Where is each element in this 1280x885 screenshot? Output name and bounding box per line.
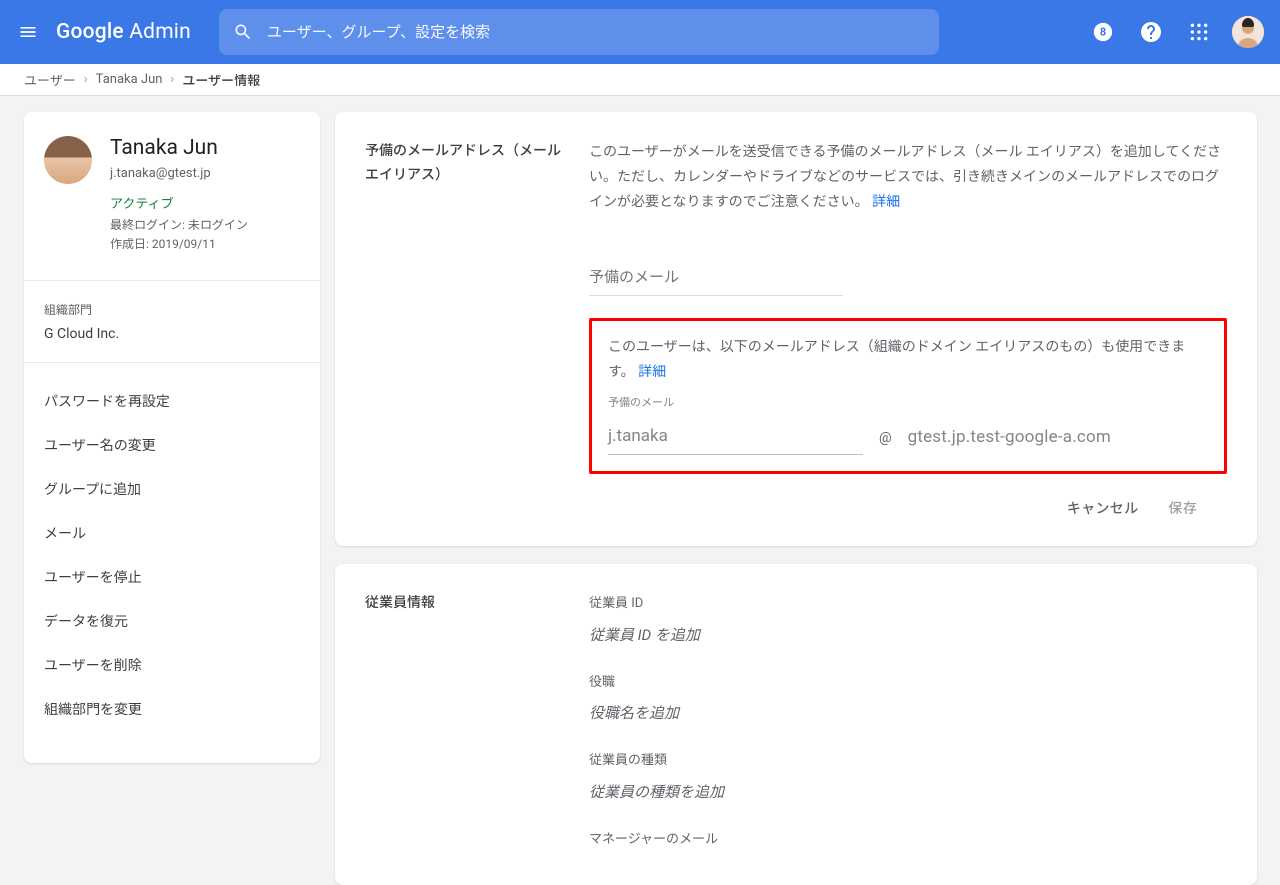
emp-id-label: 従業員 ID <box>589 592 1227 615</box>
org-label: 組織部門 <box>44 301 300 318</box>
user-email: j.tanaka@gtest.jp <box>110 166 248 181</box>
action-add-group[interactable]: グループに追加 <box>24 467 320 511</box>
domain-alias-details-link[interactable]: 詳細 <box>638 364 666 380</box>
search-box[interactable] <box>219 9 939 55</box>
user-status: アクティブ <box>110 193 248 212</box>
user-avatar <box>44 136 92 184</box>
account-balance-icon[interactable]: 8 <box>1088 17 1118 47</box>
app-header: Google Admin 8 <box>0 0 1280 64</box>
action-change-org[interactable]: 組織部門を変更 <box>24 687 320 731</box>
svg-text:8: 8 <box>1100 26 1106 39</box>
profile-avatar[interactable] <box>1232 16 1264 48</box>
alias-details-link[interactable]: 詳細 <box>872 194 900 210</box>
action-mail[interactable]: メール <box>24 511 320 555</box>
cancel-button[interactable]: キャンセル <box>1067 498 1139 518</box>
user-created: 作成日: 2019/09/11 <box>110 235 248 252</box>
action-restore-data[interactable]: データを復元 <box>24 599 320 643</box>
chevron-right-icon: › <box>84 72 88 87</box>
apps-icon[interactable] <box>1184 17 1214 47</box>
at-sign: @ <box>879 426 892 455</box>
action-delete-user[interactable]: ユーザーを削除 <box>24 643 320 687</box>
employee-card: 従業員情報 従業員 ID 従業員 ID を追加 役職 役職名を追加 従業員の種類… <box>335 564 1257 885</box>
breadcrumb-item[interactable]: ユーザー <box>24 70 76 89</box>
search-icon <box>233 22 253 42</box>
domain-alias-box: このユーザーは、以下のメールアドレス（組織のドメイン エイリアスのもの）も使用で… <box>589 318 1227 475</box>
alias-desc: このユーザーがメールを送受信できる予備のメールアドレス（メール エイリアス）を追… <box>589 144 1221 210</box>
alias-card: 予備のメールアドレス（メール エイリアス） このユーザーがメールを送受信できる予… <box>335 112 1257 546</box>
employee-heading: 従業員情報 <box>365 592 563 857</box>
user-sidebar: Tanaka Jun j.tanaka@gtest.jp アクティブ 最終ログイ… <box>24 112 320 763</box>
side-actions: パスワードを再設定 ユーザー名の変更 グループに追加 メール ユーザーを停止 デ… <box>24 371 320 739</box>
alias-heading: 予備のメールアドレス（メール エイリアス） <box>365 140 563 474</box>
emp-type-value[interactable]: 従業員の種類を追加 <box>589 779 1227 806</box>
action-suspend-user[interactable]: ユーザーを停止 <box>24 555 320 599</box>
chevron-right-icon: › <box>170 72 174 87</box>
breadcrumb-item[interactable]: Tanaka Jun <box>96 72 163 87</box>
alias-local-part[interactable]: j.tanaka <box>608 421 863 456</box>
search-input[interactable] <box>267 24 925 41</box>
domain-alias-label: 予備のメール <box>608 393 1208 413</box>
emp-manager-label: マネージャーのメール <box>589 828 1227 851</box>
breadcrumb: ユーザー › Tanaka Jun › ユーザー情報 <box>0 64 1280 96</box>
menu-icon[interactable] <box>16 20 40 44</box>
user-last-login: 最終ログイン: 未ログイン <box>110 216 248 233</box>
domain-alias-desc: このユーザーは、以下のメールアドレス（組織のドメイン エイリアスのもの）も使用で… <box>608 339 1185 380</box>
alias-email-input[interactable]: 予備のメール <box>589 264 843 296</box>
save-button[interactable]: 保存 <box>1168 498 1197 518</box>
alias-domain: gtest.jp.test-google-a.com <box>908 422 1111 456</box>
app-logo: Google Admin <box>56 20 191 44</box>
emp-id-value[interactable]: 従業員 ID を追加 <box>589 622 1227 649</box>
breadcrumb-current: ユーザー情報 <box>182 70 260 89</box>
emp-title-label: 役職 <box>589 671 1227 694</box>
help-icon[interactable] <box>1136 17 1166 47</box>
action-rename-user[interactable]: ユーザー名の変更 <box>24 423 320 467</box>
emp-type-label: 従業員の種類 <box>589 749 1227 772</box>
action-reset-password[interactable]: パスワードを再設定 <box>24 379 320 423</box>
org-value: G Cloud Inc. <box>44 326 300 342</box>
emp-title-value[interactable]: 役職名を追加 <box>589 700 1227 727</box>
user-name: Tanaka Jun <box>110 136 248 160</box>
